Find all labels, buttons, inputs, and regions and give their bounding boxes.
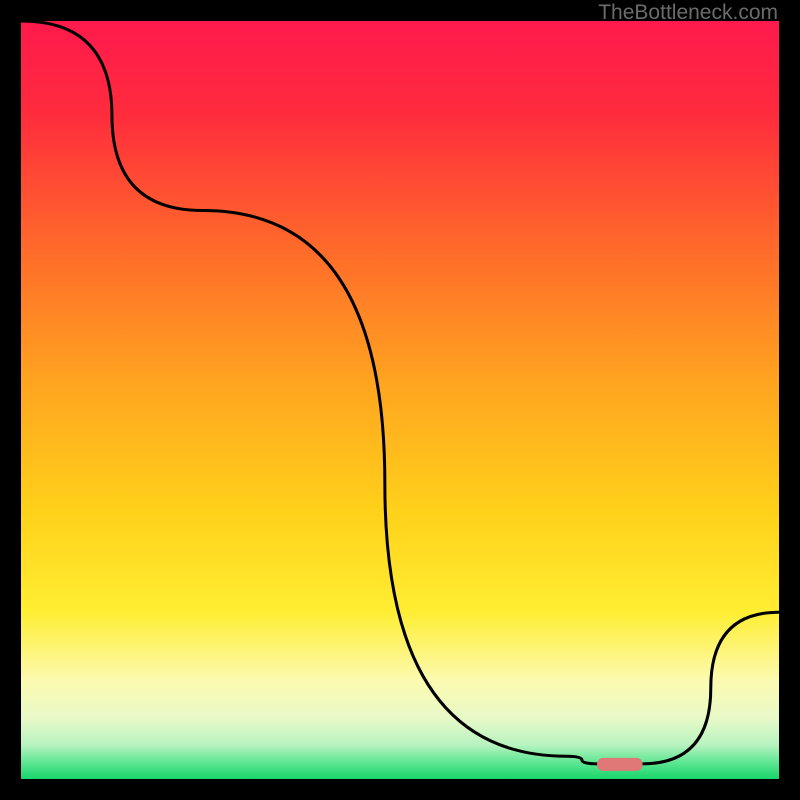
gradient-background bbox=[21, 21, 779, 779]
chart-frame bbox=[21, 21, 779, 779]
optimal-marker bbox=[597, 758, 642, 771]
bottleneck-chart bbox=[21, 21, 779, 779]
watermark-text: TheBottleneck.com bbox=[598, 1, 778, 25]
